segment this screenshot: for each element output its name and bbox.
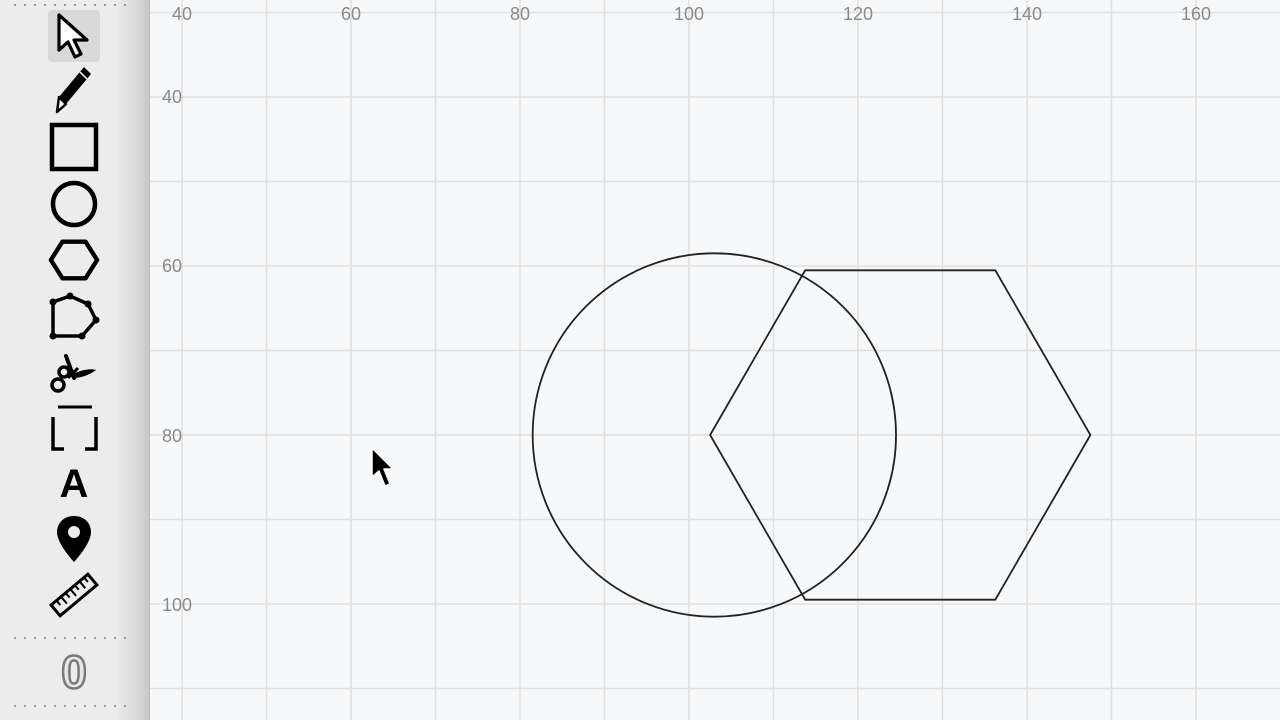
bracket-frame-icon [51, 405, 98, 451]
ruler-tool-button[interactable] [48, 569, 100, 621]
toolbar-bottom-grip [10, 705, 126, 707]
polygon-tool-button[interactable] [48, 292, 100, 344]
y-tick-label: 60 [162, 256, 183, 276]
ruler-icon [49, 572, 99, 618]
y-tick-label: 40 [162, 87, 183, 107]
x-tick-label: 80 [509, 4, 531, 24]
x-tick-label: 160 [1180, 4, 1212, 24]
square-icon [49, 122, 99, 172]
bracket-tool-button[interactable] [48, 403, 100, 455]
circle-icon [50, 180, 98, 228]
hexagon-icon [48, 239, 100, 281]
rectangle-tool-button[interactable] [48, 121, 100, 173]
hexagon-tool-button[interactable] [48, 234, 100, 286]
drawing-canvas[interactable] [150, 0, 1280, 720]
x-tick-label: 100 [673, 4, 705, 24]
marker-tool-button[interactable] [48, 514, 100, 566]
polygon-icon [49, 292, 100, 340]
x-tick-label: 40 [171, 4, 193, 24]
text-tool-button[interactable]: A [48, 458, 100, 510]
toolbar-separator [10, 637, 126, 639]
pencil-tool-button[interactable] [48, 64, 100, 116]
select-tool-button[interactable] [48, 10, 100, 62]
scissors-tool-button[interactable] [48, 348, 100, 400]
x-tick-label: 120 [842, 4, 874, 24]
y-tick-label: 80 [162, 426, 183, 446]
y-tick-label: 100 [162, 595, 193, 615]
map-pin-icon [57, 516, 91, 562]
x-tick-label: 60 [340, 4, 362, 24]
scissors-icon [50, 354, 96, 393]
toolbar: A 0 [0, 0, 150, 720]
toolbar-top-grip [10, 4, 126, 6]
circle-tool-button[interactable] [48, 178, 100, 230]
canvas-grid [150, 0, 1280, 720]
pencil-icon [55, 67, 91, 114]
text-icon: A [59, 462, 89, 506]
zero-tool-button[interactable]: 0 [48, 644, 100, 696]
svg-text:0: 0 [61, 646, 87, 696]
zero-icon: 0 [60, 645, 88, 696]
mouse-pointer-icon [371, 447, 394, 487]
x-tick-label: 140 [1011, 4, 1043, 24]
arrow-cursor-icon [57, 13, 89, 59]
